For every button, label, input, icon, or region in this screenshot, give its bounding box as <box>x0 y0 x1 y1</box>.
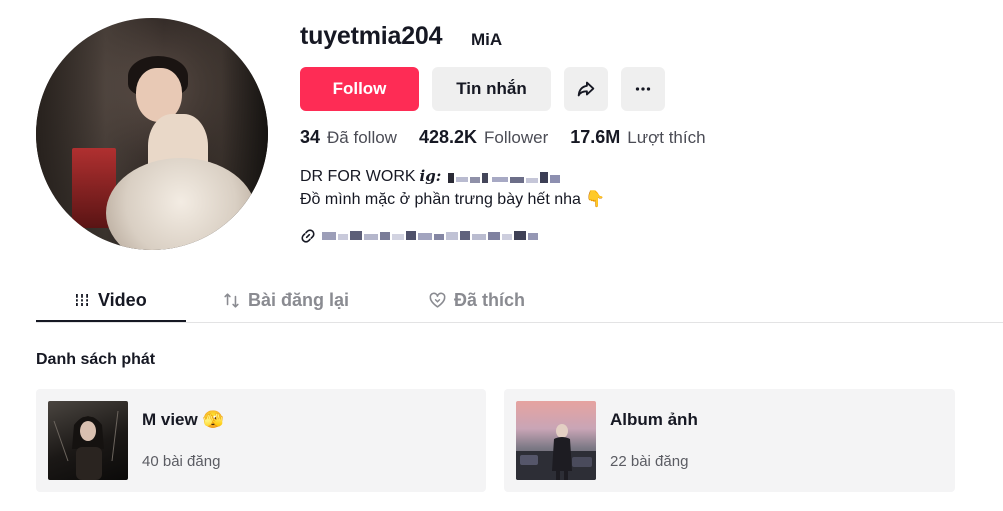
stat-following[interactable]: 34 Đã follow <box>300 127 397 148</box>
heart-icon <box>429 292 446 308</box>
playlist-thumbnail <box>48 401 128 480</box>
profile-tabs: Video Bài đăng lại Đã thích <box>36 278 1003 323</box>
tab-label: Bài đăng lại <box>248 289 350 310</box>
stat-label: Lượt thích <box>627 128 706 147</box>
tab-label: Video <box>98 289 147 310</box>
username: tuyetmia204 <box>300 22 443 50</box>
follow-button[interactable]: Follow <box>300 67 419 111</box>
thumbnail-art <box>516 424 596 480</box>
profile-link[interactable] <box>300 228 548 244</box>
bio-text: DR FOR WORK <box>300 168 416 185</box>
stat-number: 34 <box>300 127 321 147</box>
share-icon <box>577 81 595 97</box>
thumbnail-art <box>53 410 119 480</box>
stat-label: Follower <box>484 128 549 147</box>
bio-line-2: Đồ mình mặc ở phần trưng bày hết nha 👇 <box>300 191 606 208</box>
playlist-title: M view 🫣 <box>142 410 224 429</box>
playlist-count: 40 bài đăng <box>142 453 221 470</box>
tab-label: Đã thích <box>454 289 526 310</box>
bio-line-1: DR FOR WORK 𝒊𝒈: <box>300 165 605 188</box>
playlist-count: 22 bài đăng <box>610 453 689 470</box>
tab-video[interactable]: Video <box>73 278 147 322</box>
profile-stats: 34 Đã follow 428.2K Follower 17.6M Lượt … <box>300 127 728 148</box>
playlist-card[interactable]: M view 🫣 40 bài đăng <box>36 389 486 492</box>
profile-avatar[interactable] <box>36 18 268 250</box>
bio-ig-label: 𝒊𝒈: <box>419 167 442 185</box>
nickname: MiA <box>471 30 503 49</box>
section-title: Danh sách phát <box>36 351 156 368</box>
stat-number: 17.6M <box>570 127 621 147</box>
playlist-title: Album ảnh <box>610 410 698 429</box>
more-options-button[interactable] <box>621 67 665 111</box>
pixelated-handle <box>447 171 560 183</box>
grid-icon <box>74 294 90 306</box>
stat-likes: 17.6M Lượt thích <box>570 127 705 148</box>
share-button[interactable] <box>564 67 608 111</box>
playlist-thumbnail <box>516 401 596 480</box>
stat-followers[interactable]: 428.2K Follower <box>419 127 548 148</box>
tab-liked[interactable]: Đã thích <box>428 278 525 322</box>
message-button[interactable]: Tin nhắn <box>432 67 551 111</box>
more-icon <box>635 87 651 91</box>
repost-icon <box>224 292 239 308</box>
pixelated-link-url <box>322 231 538 240</box>
stat-label: Đã follow <box>327 128 397 147</box>
stat-number: 428.2K <box>418 127 477 147</box>
tab-reposts[interactable]: Bài đăng lại <box>222 278 349 322</box>
link-icon <box>301 229 315 243</box>
profile-bio: DR FOR WORK 𝒊𝒈: Đồ mình mặc ở phần trưng … <box>300 165 605 211</box>
playlist-card[interactable]: Album ảnh 22 bài đăng <box>504 389 955 492</box>
active-tab-indicator <box>36 320 186 322</box>
